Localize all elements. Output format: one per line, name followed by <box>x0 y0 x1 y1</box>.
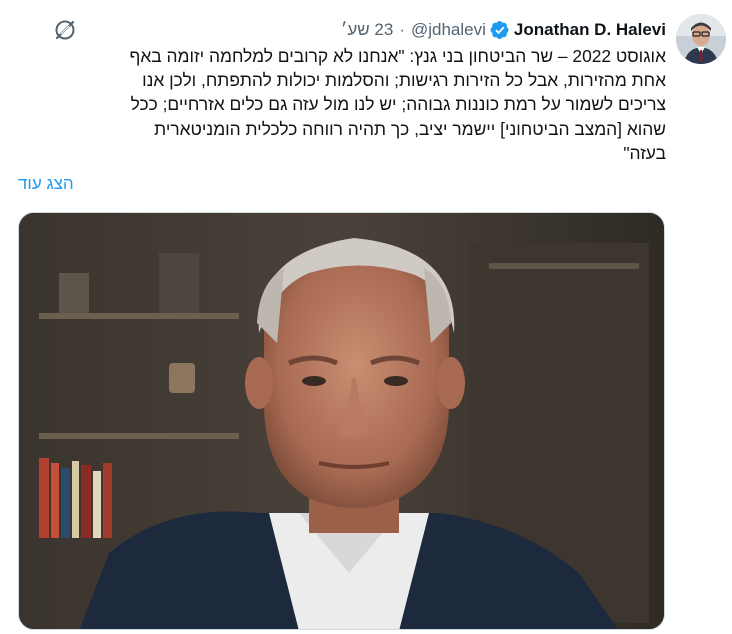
tweet-text-line: אחת מהזירות, אבל כל הזירות רגישות; והסלמ… <box>142 70 666 91</box>
grok-icon[interactable] <box>52 17 78 43</box>
tweet-media-image[interactable] <box>18 212 665 630</box>
media-photo <box>19 213 664 629</box>
tweet-text-line: שהוא [המצב הביטחוני] יישמר יציב, כך תהיה… <box>154 118 666 139</box>
show-more-link[interactable]: הצג עוד <box>18 174 74 194</box>
timestamp[interactable]: 23 שע׳ <box>341 20 394 40</box>
tweet-header: Jonathan D. Halevi @jdhalevi · 23 שע׳ <box>341 18 666 42</box>
verified-badge-icon <box>490 20 510 40</box>
tweet-text-line: צריכים לשמור על רמת כוננות גבוהה; יש לנו… <box>130 94 666 115</box>
tweet-text-line: אוגוסט 2022 – שר הביטחון בני גנץ: "אנחנו… <box>129 46 666 66</box>
avatar[interactable] <box>676 14 726 64</box>
tweet-text: אוגוסט 2022 – שר הביטחון בני גנץ: "אנחנו… <box>21 44 666 165</box>
tweet-text-line: בעזה" <box>623 142 666 163</box>
profile-photo <box>676 14 726 64</box>
tweet[interactable]: Jonathan D. Halevi @jdhalevi · 23 שע׳ או… <box>0 0 732 634</box>
author-handle[interactable]: @jdhalevi <box>411 20 486 40</box>
author-name[interactable]: Jonathan D. Halevi <box>514 20 666 40</box>
separator-dot: · <box>399 20 405 39</box>
